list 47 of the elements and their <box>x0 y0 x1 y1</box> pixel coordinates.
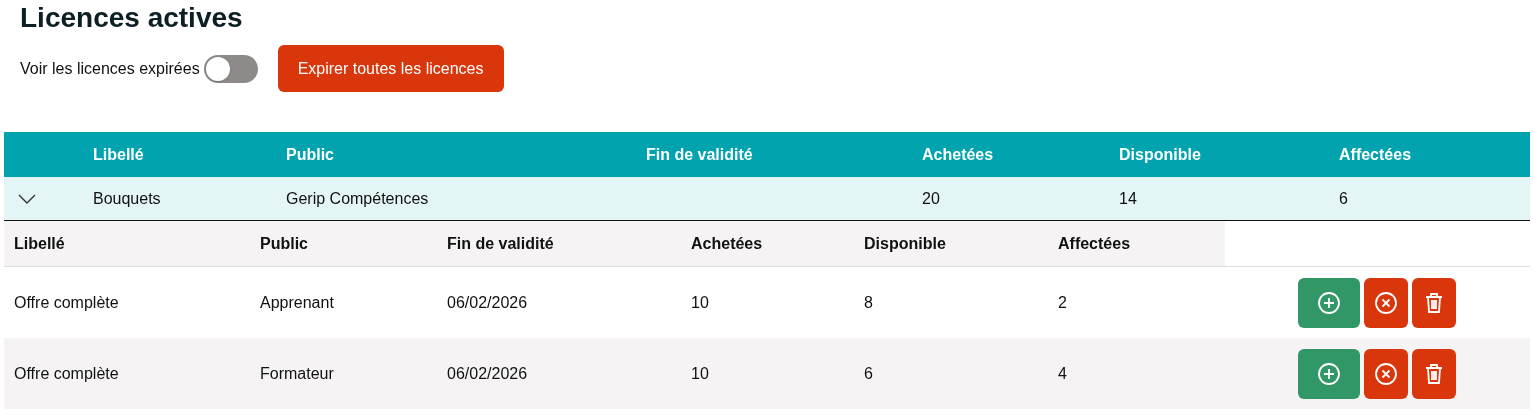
column-header: Fin de validité <box>447 233 555 254</box>
delete-button[interactable] <box>1412 277 1456 328</box>
group-row[interactable]: Bouquets Gerip Compétences 20 14 6 <box>4 177 1530 221</box>
delete-button[interactable] <box>1412 348 1456 399</box>
table-cell-text: 14 <box>1119 188 1138 209</box>
table-cell-text: 10 <box>691 292 710 313</box>
expire-all-button[interactable]: Expirer toutes les licences <box>277 45 504 92</box>
column-header: Affectées <box>1058 233 1132 254</box>
plus-circle-icon <box>1317 290 1341 315</box>
add-button[interactable] <box>1298 348 1360 399</box>
table-cell-text: Formateur <box>260 363 335 384</box>
close-circle-icon <box>1374 290 1398 315</box>
column-header: Fin de validité <box>646 144 754 165</box>
table-cell-text: Offre complète <box>14 363 120 384</box>
column-header: Public <box>286 144 335 165</box>
table-cell-text: 8 <box>864 292 874 313</box>
column-header: Disponible <box>1119 144 1202 165</box>
table-cell-text: Bouquets <box>93 188 162 209</box>
close-circle-icon <box>1374 361 1398 386</box>
cancel-button[interactable] <box>1364 348 1408 399</box>
trash-icon <box>1424 362 1444 385</box>
column-header: Disponible <box>864 233 947 254</box>
toggle-switch[interactable] <box>203 54 258 83</box>
table-cell-text: 4 <box>1058 363 1068 384</box>
cancel-button[interactable] <box>1364 277 1408 328</box>
plus-circle-icon <box>1317 361 1341 386</box>
chevron-icon[interactable] <box>18 193 36 204</box>
column-header: Achetées <box>922 144 995 165</box>
toggle-label: Voir les licences expirées <box>20 58 200 79</box>
trash-icon <box>1424 291 1444 314</box>
table-cell-text: Apprenant <box>260 292 335 313</box>
table-cell-text: 2 <box>1058 292 1068 313</box>
table-cell-text: 06/02/2026 <box>447 363 529 384</box>
column-header: Libellé <box>14 233 66 254</box>
add-button[interactable] <box>1298 277 1360 328</box>
table-cell-text: 6 <box>1339 188 1349 209</box>
column-header: Public <box>260 233 309 254</box>
table-cell-text: 6 <box>864 363 874 384</box>
page-title: Licences actives <box>20 1 244 35</box>
table-cell-text: 06/02/2026 <box>447 292 529 313</box>
column-header: Libellé <box>93 144 145 165</box>
table-cell-text: Gerip Compétences <box>286 188 430 209</box>
table-cell-text: 20 <box>922 188 941 209</box>
column-header: Achetées <box>691 233 764 254</box>
table-cell-text: Offre complète <box>14 292 120 313</box>
column-header: Affectées <box>1339 144 1413 165</box>
table-cell-text: 10 <box>691 363 710 384</box>
